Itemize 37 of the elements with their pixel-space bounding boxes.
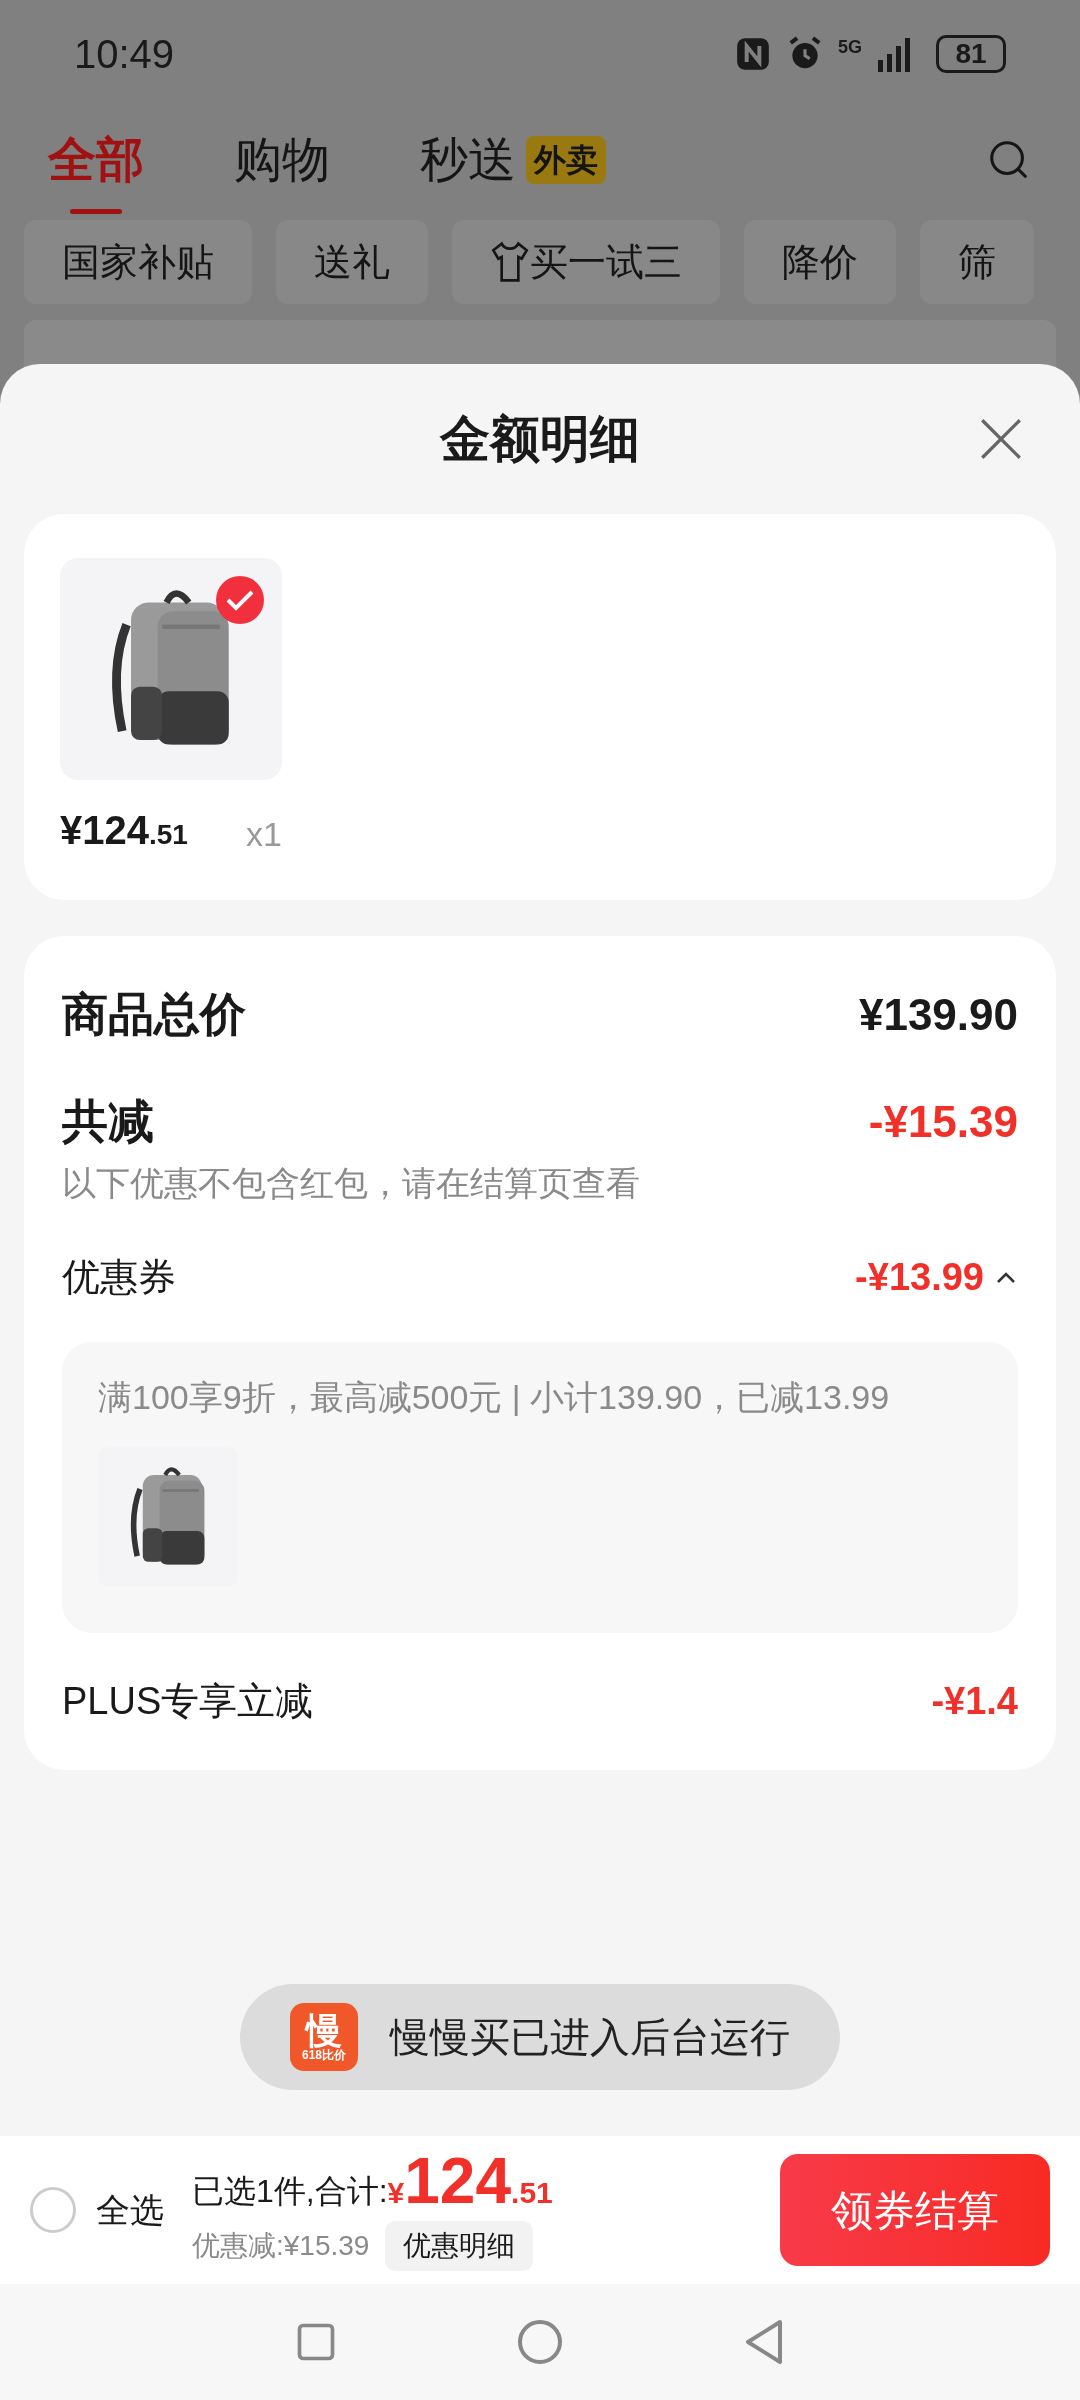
discount-label: 共减: [62, 1094, 154, 1149]
discount-note: 以下优惠不包含红包，请在结算页查看: [62, 1163, 641, 1204]
network-label: 5G: [838, 38, 862, 56]
coupon-rule: 满100享9折，最高减500元 | 小计139.90，已减13.99: [98, 1377, 891, 1418]
discount-item-label: PLUS专享立减: [62, 1679, 314, 1724]
category-tab[interactable]: 秒送 外卖: [420, 106, 606, 214]
battery-indicator: 81: [936, 35, 1006, 73]
toast-text: 慢慢买已进入后台运行: [390, 2014, 790, 2061]
discount-item-value: -¥1.4: [931, 1679, 1018, 1724]
total-value: ¥139.90: [858, 988, 1018, 1041]
checkout-total: ¥124.51: [387, 2149, 553, 2213]
nfc-icon: [734, 35, 772, 73]
discount-value: -¥15.39: [868, 1095, 1018, 1148]
filter-chip[interactable]: 买一试三: [452, 220, 720, 304]
saving-text: 优惠减:¥15.39: [192, 2229, 370, 2263]
discount-item-label: 优惠券: [62, 1255, 176, 1300]
filter-chip[interactable]: 送礼: [276, 220, 428, 304]
home-icon[interactable]: [516, 2318, 564, 2366]
discount-detail-button[interactable]: 优惠明细: [385, 2221, 534, 2271]
sheet-title: 金额明细: [440, 409, 640, 469]
checkout-button[interactable]: 领券结算: [780, 2154, 1050, 2266]
discount-item-value: -¥13.99: [855, 1255, 984, 1300]
tab-badge: 外卖: [526, 136, 606, 184]
shirt-icon: [490, 240, 530, 284]
total-label: 商品总价: [62, 987, 246, 1042]
app-icon: 慢 618比价: [290, 2003, 358, 2071]
item-quantity: x1: [246, 814, 282, 855]
filter-chip[interactable]: 筛: [920, 220, 1034, 304]
selected-summary: 已选1件,合计:: [192, 2175, 388, 2207]
status-time: 10:49: [74, 31, 175, 78]
check-icon: [225, 588, 255, 612]
filter-chip[interactable]: 国家补贴: [24, 220, 252, 304]
select-all-label[interactable]: 全选: [96, 2184, 164, 2236]
filter-chip[interactable]: 降价: [744, 220, 896, 304]
item-price: ¥124.51: [60, 807, 188, 854]
select-all-checkbox[interactable]: [30, 2187, 76, 2233]
category-tab[interactable]: 购物: [234, 106, 330, 214]
